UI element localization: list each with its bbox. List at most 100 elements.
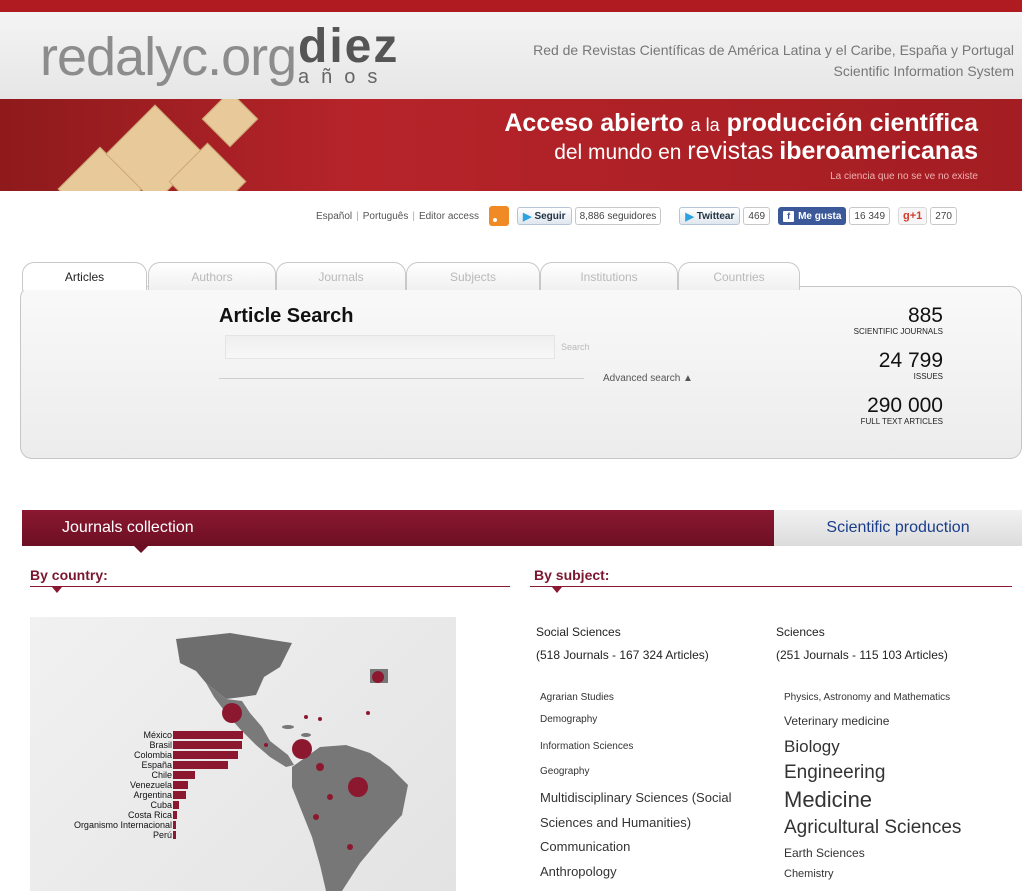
editor-access-link[interactable]: Editor access: [419, 211, 479, 222]
journals-collection-tab[interactable]: Journals collection: [22, 510, 774, 553]
tab-authors[interactable]: Authors: [148, 262, 276, 290]
country-bar-row[interactable]: Cuba: [30, 800, 200, 810]
followers-count: 8,886 seguidores: [574, 207, 662, 225]
site-logo[interactable]: redalyc.org: [40, 26, 297, 88]
country-label: Cuba: [150, 800, 172, 810]
subject-link[interactable]: Engineering: [784, 762, 885, 784]
subject-link[interactable]: Anthropology: [540, 864, 617, 879]
country-bar: [173, 741, 242, 749]
tweet-button[interactable]: ▶ Twittear: [679, 207, 741, 225]
country-bar: [173, 781, 188, 789]
country-bar-row[interactable]: Chile: [30, 770, 200, 780]
country-label: Costa Rica: [127, 810, 172, 820]
envelope-decoration: [201, 99, 259, 148]
country-bar-row[interactable]: Brasil: [30, 740, 242, 750]
badge-bottom: años: [298, 66, 390, 88]
country-bar-row[interactable]: Perú: [30, 830, 200, 840]
stat-issues-value: 24 799: [878, 349, 943, 372]
facebook-like-button[interactable]: f Me gusta: [778, 207, 847, 225]
subject-link[interactable]: Information Sciences: [540, 741, 633, 752]
country-bar: [173, 771, 195, 779]
subject-link[interactable]: Physics, Astronomy and Mathematics: [784, 692, 950, 703]
tab-subjects[interactable]: Subjects: [406, 262, 540, 290]
country-bar-row[interactable]: Organismo Internacional: [30, 820, 200, 830]
by-country-heading: By country:: [30, 567, 108, 583]
country-bar: [173, 821, 176, 829]
social-sciences-counts: (518 Journals - 167 324 Articles): [536, 648, 709, 662]
country-label: Colombia: [133, 750, 172, 760]
subject-link[interactable]: Demography: [540, 714, 597, 725]
country-bar-row[interactable]: México: [30, 730, 243, 740]
social-bar: Español | Português | Editor access ▶ Se…: [316, 205, 957, 227]
subject-link[interactable]: Multidisciplinary Sciences (Social: [540, 790, 731, 805]
banner-motto: La ciencia que no se ve no existe: [830, 171, 978, 182]
advanced-search-link[interactable]: Advanced search ▲: [603, 373, 693, 384]
country-label: México: [143, 730, 172, 740]
subject-link[interactable]: Earth Sciences: [784, 846, 865, 860]
tab-countries[interactable]: Countries: [678, 262, 800, 290]
country-bar-row[interactable]: Costa Rica: [30, 810, 200, 820]
twitter-follow-button[interactable]: ▶ Seguir: [516, 207, 572, 225]
search-panel: Article Search Search Advanced search ▲ …: [20, 286, 1022, 459]
like-label: Me gusta: [798, 210, 842, 222]
stat-journals-label: SCIENTIFIC JOURNALS: [853, 327, 943, 336]
twitter-bird-icon: ▶: [522, 210, 532, 223]
lang-portuguese-link[interactable]: Português: [363, 211, 409, 222]
site-header: redalyc.org diez años Red de Revistas Ci…: [0, 12, 1022, 99]
top-stripe: [0, 0, 1022, 12]
banner-large-2: revistas: [687, 137, 774, 165]
heading-pointer: [52, 587, 62, 593]
country-bar-row[interactable]: Argentina: [30, 790, 200, 800]
country-bar: [173, 791, 186, 799]
tab-articles[interactable]: Articles: [22, 262, 147, 290]
country-bar: [173, 751, 238, 759]
subject-link[interactable]: Communication: [540, 839, 630, 854]
banner-bold-2: producción científica: [726, 109, 978, 137]
country-label: Organismo Internacional: [73, 820, 172, 830]
social-sciences-title[interactable]: Social Sciences: [536, 625, 621, 639]
subject-link[interactable]: Biology: [784, 737, 840, 757]
country-label: Perú: [152, 830, 172, 840]
tweet-count: 469: [743, 207, 771, 225]
heading-pointer: [552, 587, 562, 593]
rss-icon[interactable]: [488, 206, 509, 226]
subject-link[interactable]: Chemistry: [784, 868, 834, 880]
google-plus-button[interactable]: g +1: [898, 207, 928, 225]
subject-link[interactable]: Agricultural Sciences: [784, 817, 961, 839]
search-button[interactable]: Search: [561, 342, 590, 352]
lang-spanish-link[interactable]: Español: [316, 211, 352, 222]
scientific-production-tab[interactable]: Scientific production: [774, 510, 1022, 546]
hero-banner: Acceso abierto a la producción científic…: [0, 99, 1022, 191]
section-tabs: Journals collection Scientific productio…: [22, 510, 1022, 553]
stats-block: 885 SCIENTIFIC JOURNALS 24 799 ISSUES 29…: [854, 305, 943, 440]
country-bar: [173, 731, 243, 739]
article-search-title: Article Search: [219, 305, 354, 327]
twitter-bird-icon: ▶: [685, 210, 694, 223]
country-bar-row[interactable]: España: [30, 760, 228, 770]
tab-institutions[interactable]: Institutions: [540, 262, 678, 290]
sciences-title[interactable]: Sciences: [776, 625, 825, 639]
subject-link[interactable]: Sciences and Humanities): [540, 815, 691, 830]
subject-link[interactable]: Medicine: [784, 787, 872, 813]
tagline-2: Scientific Information System: [833, 63, 1014, 79]
subject-link[interactable]: Geography: [540, 766, 589, 777]
country-bar-row[interactable]: Venezuela: [30, 780, 200, 790]
stat-journals-value: 885: [907, 304, 943, 327]
follow-label: Seguir: [534, 210, 566, 222]
country-bar: [173, 761, 228, 769]
tab-journals[interactable]: Journals: [276, 262, 406, 290]
stat-issues-label: ISSUES: [913, 372, 943, 381]
subject-link[interactable]: Veterinary medicine: [784, 714, 889, 728]
banner-text: Acceso abierto a la producción científic…: [504, 109, 978, 182]
country-label: Argentina: [133, 790, 172, 800]
logo-text: redalyc.org: [40, 27, 297, 87]
country-bar: [173, 801, 179, 809]
divider: [30, 586, 510, 587]
country-bar-row[interactable]: Colombia: [30, 750, 238, 760]
country-bar: [173, 811, 177, 819]
country-label: España: [141, 760, 172, 770]
subject-link[interactable]: Agrarian Studies: [540, 692, 614, 703]
banner-bold-1: Acceso abierto: [504, 109, 684, 137]
country-label: Brasil: [149, 740, 172, 750]
article-search-input[interactable]: [225, 335, 555, 359]
